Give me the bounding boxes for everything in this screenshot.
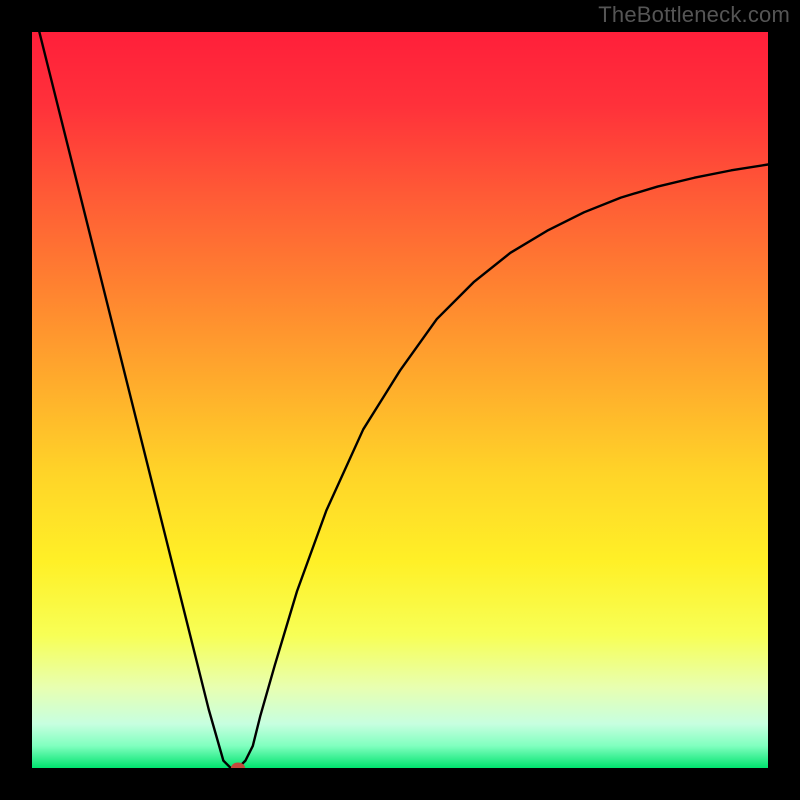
gradient-background <box>32 32 768 768</box>
plot-svg <box>32 32 768 768</box>
chart-frame: TheBottleneck.com <box>0 0 800 800</box>
plot-area <box>32 32 768 768</box>
watermark-text: TheBottleneck.com <box>598 2 790 28</box>
optimal-point-marker <box>231 763 245 769</box>
